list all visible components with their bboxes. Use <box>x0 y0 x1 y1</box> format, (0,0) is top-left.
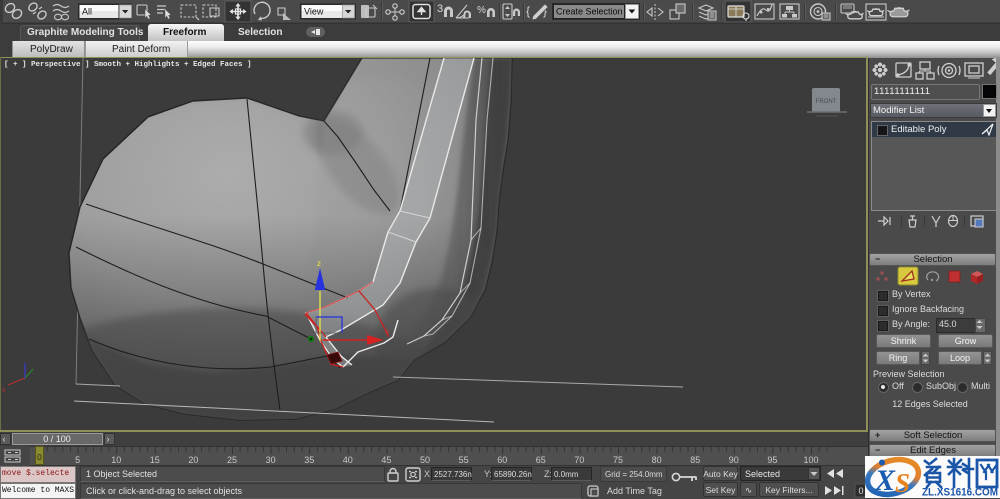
svg-text:All: All <box>82 7 92 17</box>
svg-text:%: % <box>477 5 486 16</box>
svg-text:65: 65 <box>536 455 546 465</box>
svg-text:X: X <box>874 464 896 497</box>
svg-text:0: 0 <box>37 453 42 462</box>
svg-text:ZL.XS1616.COM: ZL.XS1616.COM <box>922 487 998 499</box>
svg-text:35: 35 <box>304 455 314 465</box>
svg-text:100: 100 <box>803 455 818 465</box>
svg-text:5: 5 <box>75 455 80 465</box>
svg-text:3: 3 <box>437 3 443 15</box>
svg-text:55: 55 <box>459 455 469 465</box>
svg-text:75: 75 <box>613 455 623 465</box>
svg-text:10: 10 <box>111 455 121 465</box>
svg-text:90: 90 <box>729 455 739 465</box>
svg-text:{: { <box>526 4 530 18</box>
svg-text:70: 70 <box>574 455 584 465</box>
svg-text:40: 40 <box>343 455 353 465</box>
svg-text:FRONT: FRONT <box>816 99 837 105</box>
svg-text:Create Selection Se: Create Selection Se <box>556 7 636 17</box>
svg-text:45: 45 <box>381 455 391 465</box>
svg-text:z: z <box>317 259 321 268</box>
svg-text:View: View <box>304 7 324 17</box>
svg-text:S: S <box>895 468 910 498</box>
svg-text:85: 85 <box>690 455 700 465</box>
svg-text:15: 15 <box>150 455 160 465</box>
svg-text:50: 50 <box>420 455 430 465</box>
svg-text:0: 0 <box>858 486 863 496</box>
svg-text:30: 30 <box>266 455 276 465</box>
svg-text:60: 60 <box>497 455 507 465</box>
svg-text:25: 25 <box>227 455 237 465</box>
svg-text:20: 20 <box>188 455 198 465</box>
svg-text:x: x <box>2 387 6 394</box>
svg-text:x: x <box>385 327 389 336</box>
svg-text:95: 95 <box>767 455 777 465</box>
svg-text:80: 80 <box>652 455 662 465</box>
